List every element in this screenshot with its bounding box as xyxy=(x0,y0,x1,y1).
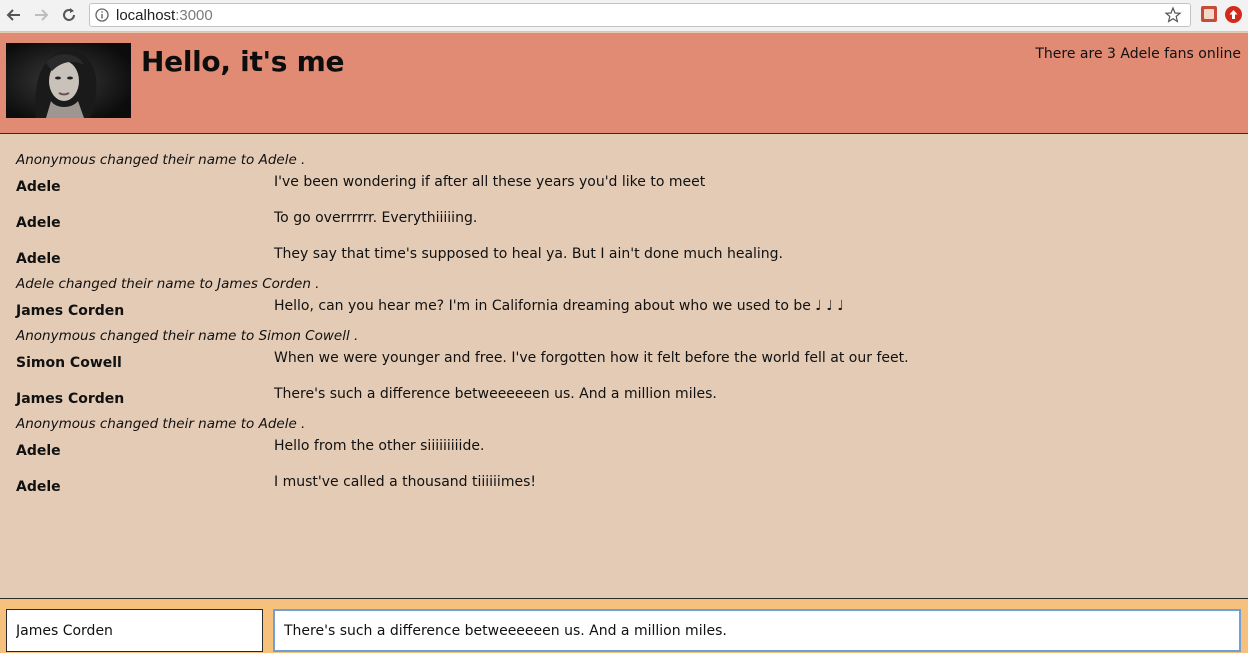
message-author: Adele xyxy=(16,443,61,459)
system-message-text: Adele changed their name to James Corden… xyxy=(16,276,320,292)
up-arrow-icon xyxy=(1229,10,1238,19)
browser-toolbar: localhost:3000 xyxy=(0,0,1248,32)
back-button[interactable] xyxy=(3,4,25,26)
message-text: There's such a difference betweeeeeen us… xyxy=(274,386,717,402)
url-host: localhost xyxy=(116,7,176,24)
compose-bar xyxy=(0,598,1248,653)
forward-button[interactable] xyxy=(30,4,52,26)
reload-icon xyxy=(63,8,75,21)
message-text: I must've called a thousand tiiiiiimes! xyxy=(274,474,536,490)
message-input[interactable] xyxy=(273,609,1241,652)
name-input[interactable] xyxy=(6,609,263,652)
reload-button[interactable] xyxy=(58,4,80,26)
message-author: James Corden xyxy=(16,303,125,319)
online-count-text: There are 3 Adele fans online xyxy=(1035,46,1241,62)
message-text: Hello, can you hear me? I'm in Californi… xyxy=(274,298,845,314)
back-arrow-icon xyxy=(6,9,20,21)
message-author: James Corden xyxy=(16,391,125,407)
system-message-text: Anonymous changed their name to Adele . xyxy=(16,152,306,168)
url-port: :3000 xyxy=(175,7,213,24)
upload-extension-icon[interactable] xyxy=(1225,6,1242,23)
app-header: Hello, it's me There are 3 Adele fans on… xyxy=(0,33,1248,134)
adele-portrait-image xyxy=(6,43,131,118)
extension-icon-inner xyxy=(1204,9,1214,19)
info-icon[interactable] xyxy=(95,8,109,22)
message-text: They say that time's supposed to heal ya… xyxy=(274,246,784,262)
portrait-graphic xyxy=(6,43,131,118)
message-author: Simon Cowell xyxy=(16,355,122,371)
message-author: Adele xyxy=(16,251,61,267)
message-author: Adele xyxy=(16,479,61,495)
url-text: localhost:3000 xyxy=(116,7,213,24)
message-author: Adele xyxy=(16,179,61,195)
forward-arrow-icon xyxy=(35,9,49,21)
address-bar[interactable]: localhost:3000 xyxy=(89,3,1191,27)
message-text: I've been wondering if after all these y… xyxy=(274,174,706,190)
system-message-text: Anonymous changed their name to Adele . xyxy=(16,416,306,432)
extension-icon[interactable] xyxy=(1201,6,1217,22)
bookmark-star-icon[interactable] xyxy=(1164,6,1182,24)
message-list: Anonymous changed their name to Adele . … xyxy=(0,134,1248,598)
message-text: When we were younger and free. I've forg… xyxy=(274,350,909,366)
system-message-text: Anonymous changed their name to Simon Co… xyxy=(16,328,359,344)
message-author: Adele xyxy=(16,215,61,231)
message-text: To go overrrrrr. Everythiiiiing. xyxy=(274,210,478,226)
message-text: Hello from the other siiiiiiiiide. xyxy=(274,438,485,454)
page-title: Hello, it's me xyxy=(141,45,345,78)
